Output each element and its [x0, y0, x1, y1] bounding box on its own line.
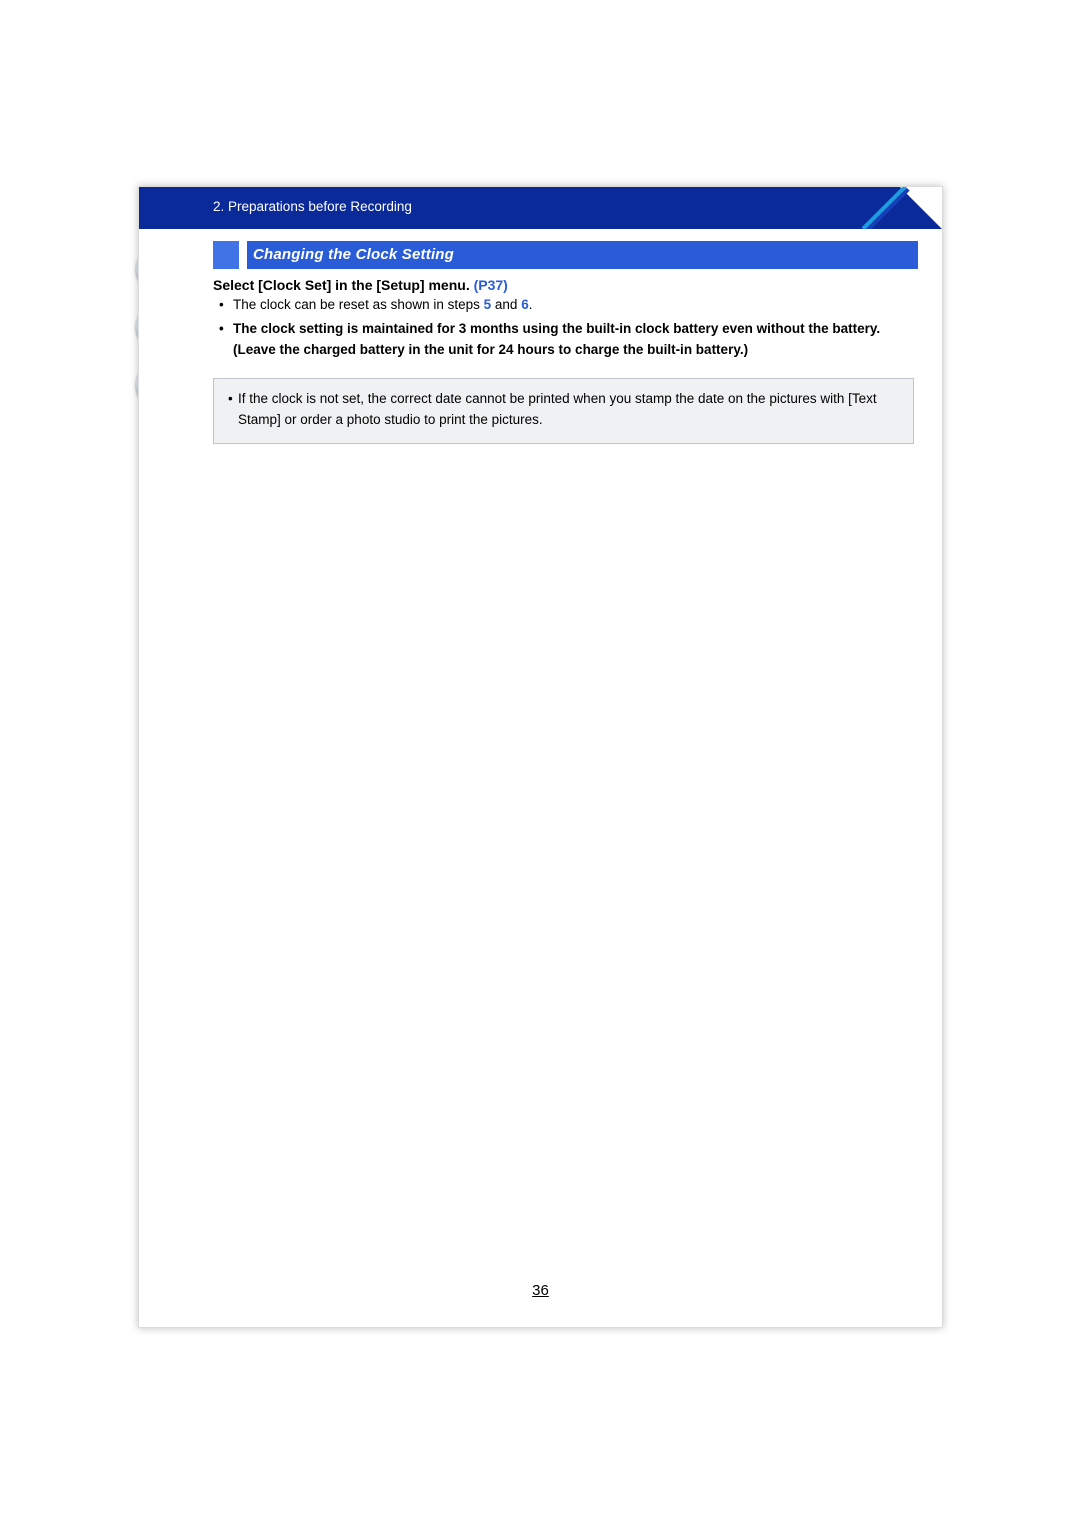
instruction-line: Select [Clock Set] in the [Setup] menu. … — [213, 277, 918, 293]
header-corner-accent — [862, 187, 942, 229]
list-item: The clock setting is maintained for 3 mo… — [227, 319, 918, 360]
note-box: If the clock is not set, the correct dat… — [213, 378, 914, 444]
instruction-page-ref[interactable]: (P37) — [474, 277, 508, 293]
canvas: 2. Preparations before Recording Changin… — [0, 0, 1080, 1526]
header-bar: 2. Preparations before Recording — [139, 187, 942, 229]
list-item: The clock can be reset as shown in steps… — [227, 295, 918, 315]
bullet2-line2: (Leave the charged battery in the unit f… — [233, 342, 748, 357]
manual-page: 2. Preparations before Recording Changin… — [138, 186, 943, 1328]
section-title: Changing the Clock Setting — [247, 241, 918, 269]
bullet1-mid: and — [491, 297, 521, 312]
page-number: 36 — [139, 1282, 942, 1299]
section-heading: Changing the Clock Setting — [213, 241, 918, 269]
note-box-text: If the clock is not set, the correct dat… — [228, 389, 899, 431]
page-number-value: 36 — [532, 1282, 549, 1299]
bullet2-line1: The clock setting is maintained for 3 mo… — [233, 321, 880, 336]
bullet-list: The clock can be reset as shown in steps… — [213, 295, 918, 360]
page-content: Changing the Clock Setting Select [Clock… — [139, 229, 942, 444]
instruction-text: Select [Clock Set] in the [Setup] menu. — [213, 277, 470, 293]
bullet1-end: . — [529, 297, 533, 312]
breadcrumb: 2. Preparations before Recording — [213, 199, 412, 214]
section-heading-accent — [213, 241, 239, 269]
breadcrumb-prefix: 2. — [213, 199, 224, 214]
step-number-6[interactable]: 6 — [521, 297, 529, 312]
breadcrumb-text: Preparations before Recording — [228, 199, 412, 214]
bullet1-part1: The clock can be reset as shown in steps — [233, 297, 484, 312]
